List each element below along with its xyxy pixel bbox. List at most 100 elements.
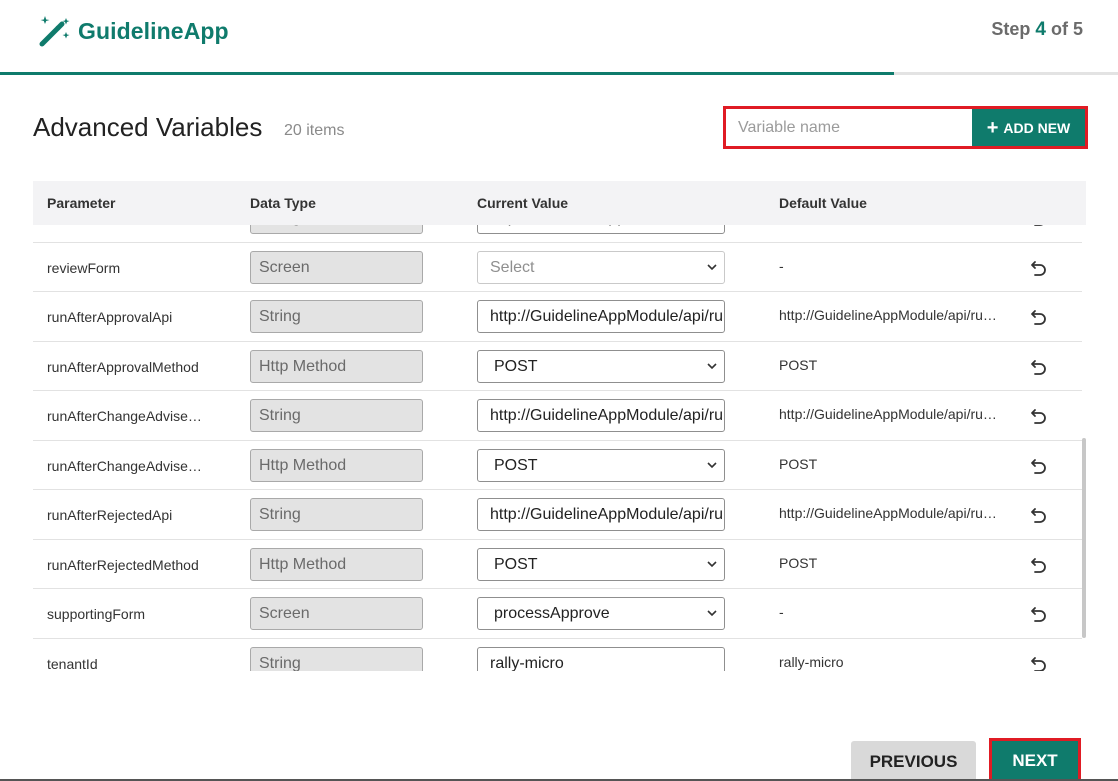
progress-bar <box>0 72 1118 75</box>
parameter-name: runAfterApprovalApi <box>47 309 173 325</box>
app-header: GuidelineApp Step 4 of 5 <box>0 0 1118 75</box>
current-value-text: rally-micro <box>490 655 564 671</box>
logo[interactable]: GuidelineApp <box>38 14 229 48</box>
chevron-down-icon <box>707 264 717 271</box>
previous-button[interactable]: PREVIOUS <box>851 741 976 781</box>
data-type-field: String <box>250 225 423 234</box>
current-value-input[interactable]: http://GuidelineApp <box>477 225 725 234</box>
table-body[interactable]: String http://GuidelineApp reviewForm Scree… <box>33 225 1086 671</box>
data-type-field: String <box>250 498 423 531</box>
reset-icon[interactable] <box>1029 307 1049 327</box>
chevron-down-icon <box>707 561 717 568</box>
reset-icon[interactable] <box>1029 456 1049 476</box>
current-value-select[interactable]: POST <box>477 548 725 581</box>
reset-icon[interactable] <box>1029 225 1049 228</box>
table-row: String http://GuidelineApp <box>33 225 1082 242</box>
step-indicator: Step 4 of 5 <box>991 19 1083 41</box>
data-type-field: Http Method <box>250 449 423 482</box>
parameter-name: reviewForm <box>47 260 121 276</box>
current-value-select[interactable]: POST <box>477 350 725 383</box>
data-type-field: Http Method <box>250 350 423 383</box>
table-row: runAfterRejectedMethod Http Method POST POS… <box>33 539 1082 589</box>
next-button[interactable]: NEXT <box>989 738 1081 781</box>
reset-icon[interactable] <box>1029 258 1049 278</box>
column-header-data-type: Data Type <box>250 195 316 211</box>
reset-icon[interactable] <box>1029 555 1049 575</box>
item-count: 20 items <box>284 122 345 139</box>
parameter-name: runAfterRejectedMethod <box>47 557 199 573</box>
current-value-text: POST <box>494 358 538 375</box>
variable-name-input[interactable] <box>726 109 972 146</box>
default-value: - <box>779 258 784 274</box>
data-type-field: String <box>250 647 423 671</box>
column-header-default-value: Default Value <box>779 195 867 211</box>
table-header: Parameter Data Type Current Value Defaul… <box>33 181 1086 225</box>
current-value-select[interactable]: Select <box>477 251 725 284</box>
reset-icon[interactable] <box>1029 357 1049 377</box>
current-value-text: POST <box>494 457 538 474</box>
step-total: 5 <box>1072 19 1083 39</box>
parameter-name: runAfterChangeAdvised… <box>47 408 207 424</box>
current-value-text: POST <box>494 556 538 573</box>
data-type-field: String <box>250 300 423 333</box>
chevron-down-icon <box>707 462 717 469</box>
magic-wand-icon <box>39 16 70 47</box>
table-row: runAfterApprovalApi String http://Guidelin… <box>33 291 1082 341</box>
current-value-input[interactable]: http://GuidelineAppModule/api/ru <box>477 498 725 531</box>
reset-icon[interactable] <box>1029 406 1049 426</box>
reset-icon[interactable] <box>1029 505 1049 525</box>
current-value-input[interactable]: http://GuidelineAppModule/api/ru <box>477 300 725 333</box>
parameter-name: tenantId <box>47 656 98 671</box>
current-value-text: processApprove <box>494 605 610 622</box>
current-value-text: http://GuidelineAppModule/api/ru <box>490 308 724 325</box>
parameter-name: runAfterApprovalMethod <box>47 359 199 375</box>
table-row: runAfterRejectedApi String http://Guidelin… <box>33 489 1082 539</box>
current-value-select[interactable]: processApprove <box>477 597 725 630</box>
step-current: 4 <box>1035 19 1046 40</box>
table-row: tenantId String rally-micro rally-micro <box>33 638 1082 671</box>
data-type-field: String <box>250 399 423 432</box>
default-value: - <box>779 604 784 620</box>
app-name: GuidelineApp <box>78 17 229 44</box>
current-value-text: http://GuidelineAppModule/api/ru <box>490 506 724 523</box>
current-value-input[interactable]: rally-micro <box>477 647 725 671</box>
data-type-field: Http Method <box>250 548 423 581</box>
table-row: runAfterApprovalMethod Http Method POST POS… <box>33 341 1082 391</box>
current-value-text: http://GuidelineAppModule/api/ru <box>490 407 724 424</box>
table-row: supportingForm Screen processApprove - <box>33 588 1082 638</box>
default-value: http://GuidelineAppModule/api/ru… <box>779 406 997 422</box>
default-value: POST <box>779 456 818 472</box>
table-row: runAfterChangeAdvised… Http Method POST POS… <box>33 440 1082 490</box>
default-value: POST <box>779 555 818 571</box>
current-value-select[interactable]: POST <box>477 449 725 482</box>
table-row: runAfterChangeAdvised… String http://Guide… <box>33 390 1082 440</box>
reset-icon[interactable] <box>1029 654 1049 671</box>
default-value: http://GuidelineAppModule/api/ru… <box>779 505 997 521</box>
data-type-field: Screen <box>250 597 423 630</box>
plus-icon: + <box>986 116 999 139</box>
reset-icon[interactable] <box>1029 604 1049 624</box>
data-type-field: Screen <box>250 251 423 284</box>
step-prefix: Step <box>991 19 1031 39</box>
add-new-button[interactable]: + ADD NEW <box>972 109 1085 146</box>
current-value-text: Select <box>490 259 535 276</box>
current-value-text: http://GuidelineApp <box>490 225 626 226</box>
chevron-down-icon <box>707 363 717 370</box>
add-new-label: ADD NEW <box>1003 119 1071 136</box>
current-value-input[interactable]: http://GuidelineAppModule/api/ru <box>477 399 725 432</box>
table-row: reviewForm Screen Select - <box>33 242 1082 292</box>
parameter-name: runAfterChangeAdvised… <box>47 458 207 474</box>
default-value: rally-micro <box>779 654 844 670</box>
parameter-name: supportingForm <box>47 606 146 622</box>
parameter-name: runAfterRejectedApi <box>47 507 173 523</box>
table-scrollbar[interactable] <box>1082 438 1086 638</box>
step-separator: of <box>1050 19 1068 39</box>
add-variable-box: + ADD NEW <box>723 106 1088 149</box>
default-value: POST <box>779 357 818 373</box>
column-header-parameter: Parameter <box>47 195 116 211</box>
page-title: Advanced Variables <box>33 112 263 142</box>
chevron-down-icon <box>707 610 717 617</box>
default-value: http://GuidelineAppModule/api/ru… <box>779 307 997 323</box>
progress-fill <box>0 72 895 75</box>
column-header-current-value: Current Value <box>477 195 569 211</box>
